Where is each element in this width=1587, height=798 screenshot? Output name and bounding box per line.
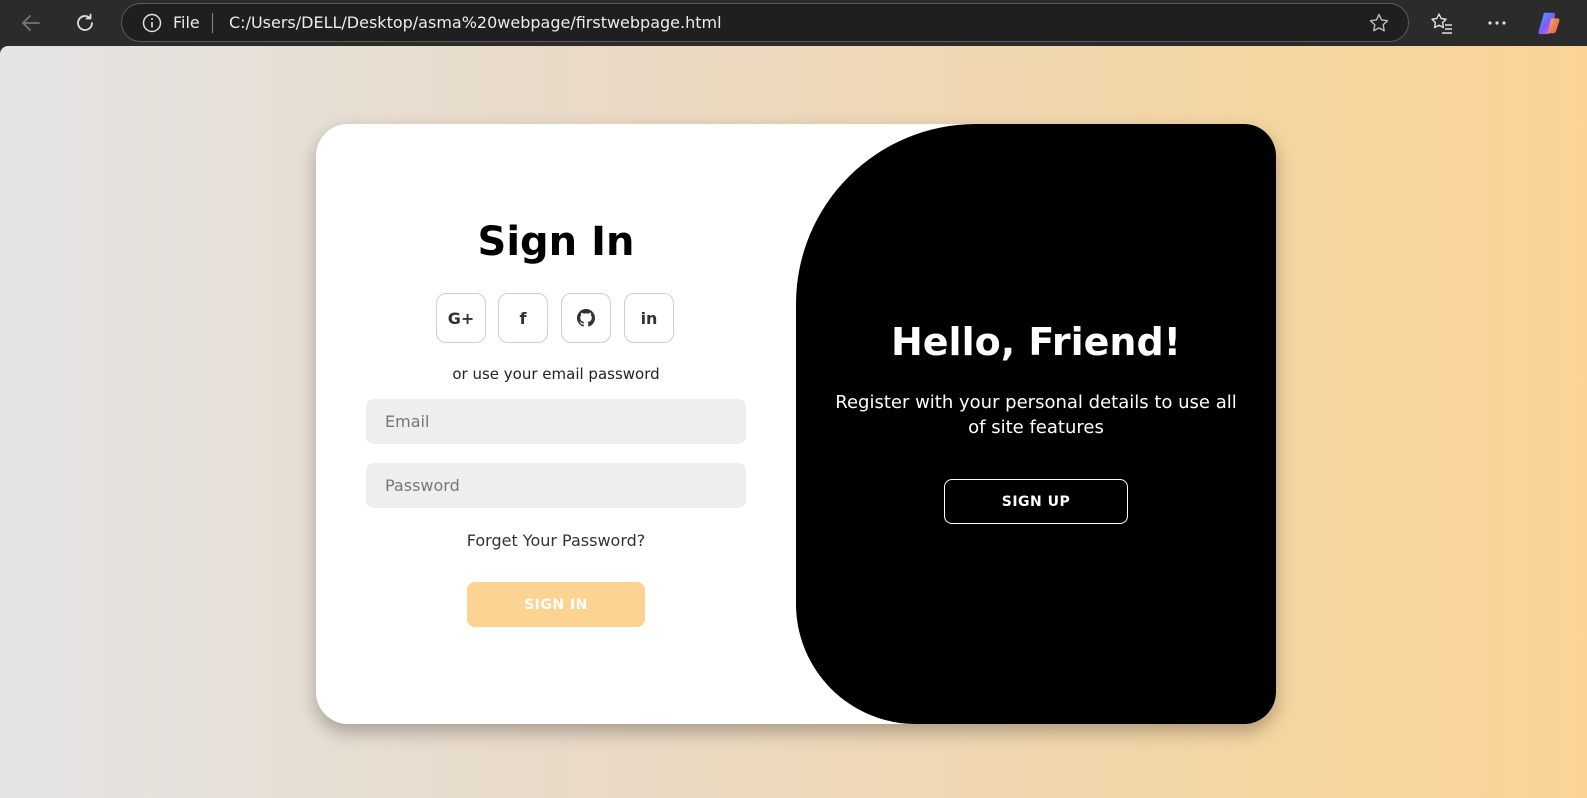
copilot-icon [1538, 12, 1560, 35]
url-text[interactable]: C:/Users/DELL/Desktop/asma%20webpage/fir… [229, 13, 722, 33]
sign-up-button[interactable]: SIGN UP [944, 479, 1128, 524]
address-bar[interactable]: File C:/Users/DELL/Desktop/asma%20webpag… [121, 3, 1409, 42]
linkedin-button[interactable]: in [624, 293, 674, 343]
email-field[interactable] [366, 399, 746, 444]
favorites-button[interactable] [1429, 10, 1455, 36]
sign-in-title: Sign In [477, 219, 635, 265]
welcome-title: Hello, Friend! [890, 320, 1182, 364]
facebook-icon: f [519, 308, 527, 328]
favorites-icon [1431, 13, 1452, 34]
sign-in-button[interactable]: SIGN IN [467, 582, 645, 627]
more-icon [1488, 21, 1506, 25]
reload-icon [77, 13, 93, 31]
back-button[interactable] [16, 8, 46, 38]
info-icon[interactable] [142, 13, 162, 33]
github-button[interactable] [561, 293, 611, 343]
social-buttons: G+ f in [436, 293, 676, 343]
address-separator [212, 13, 213, 33]
facebook-button[interactable]: f [498, 293, 548, 343]
password-field[interactable] [366, 463, 746, 508]
sign-in-form: Sign In G+ f in or use your email passwo… [316, 124, 796, 724]
welcome-text: Register with your personal details to u… [835, 392, 1237, 438]
browser-toolbar: File C:/Users/DELL/Desktop/asma%20webpag… [0, 0, 1587, 46]
reload-button[interactable] [70, 8, 100, 38]
github-icon [577, 309, 595, 327]
alt-login-text: or use your email password [452, 365, 660, 383]
file-label: File [173, 13, 200, 32]
copilot-button[interactable] [1536, 10, 1562, 36]
back-arrow-icon [22, 15, 40, 31]
welcome-panel: Hello, Friend! Register with your person… [796, 124, 1276, 724]
linkedin-icon: in [640, 308, 658, 328]
google-plus-icon: G+ [447, 308, 475, 328]
google-plus-button[interactable]: G+ [436, 293, 486, 343]
forgot-password-link[interactable]: Forget Your Password? [316, 531, 796, 550]
more-button[interactable] [1484, 10, 1510, 36]
star-icon[interactable] [1368, 12, 1390, 34]
auth-card: Sign In G+ f in or use your email passwo… [316, 124, 1276, 724]
page-viewport: Sign In G+ f in or use your email passwo… [0, 46, 1587, 798]
